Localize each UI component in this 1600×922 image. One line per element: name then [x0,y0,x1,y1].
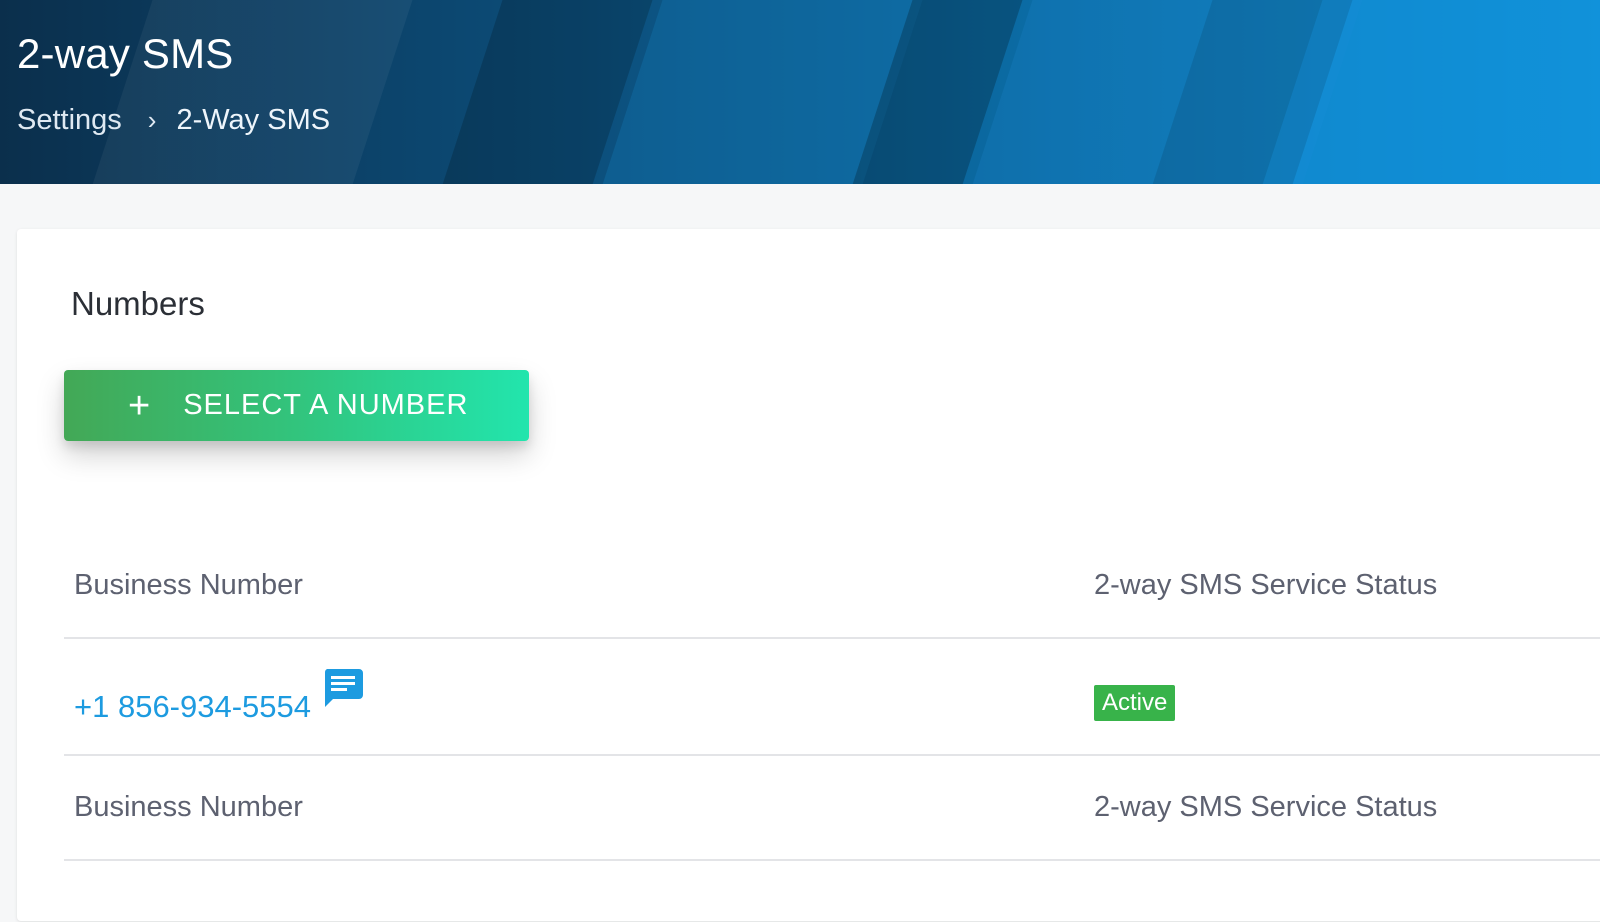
header-decor-stripe [81,0,419,184]
column-header-service-status: 2-way SMS Service Status [1094,569,1438,601]
page-header: 2-way SMS Settings › 2-Way SMS [0,0,1600,184]
select-number-label: SELECT A NUMBER [183,389,469,421]
footer-column-business-number: Business Number [74,791,303,823]
page-title: 2-way SMS [17,30,234,77]
table-footer: Business Number 2-way SMS Service Status [64,756,1600,861]
breadcrumb-current: 2-Way SMS [176,104,331,136]
section-title: Numbers [71,285,205,322]
status-badge: Active [1094,685,1176,721]
message-icon-graphic [324,669,364,707]
message-icon[interactable] [323,669,364,712]
table-row: +1 856-934-5554 Active [64,639,1600,756]
breadcrumb: Settings › 2-Way SMS [17,104,330,137]
breadcrumb-chevron-icon: › [147,105,157,135]
breadcrumb-settings-link[interactable]: Settings [17,104,122,137]
column-header-business-number: Business Number [74,569,303,601]
business-number-cell: +1 856-934-5554 [74,669,364,725]
numbers-card: Numbers + SELECT A NUMBER Business Numbe… [17,229,1600,921]
plus-icon: + [128,384,152,427]
table-header: Business Number 2-way SMS Service Status [64,534,1600,639]
business-number-link[interactable]: +1 856-934-5554 [74,689,311,725]
select-number-button[interactable]: + SELECT A NUMBER [64,370,529,441]
footer-column-service-status: 2-way SMS Service Status [1094,791,1438,823]
